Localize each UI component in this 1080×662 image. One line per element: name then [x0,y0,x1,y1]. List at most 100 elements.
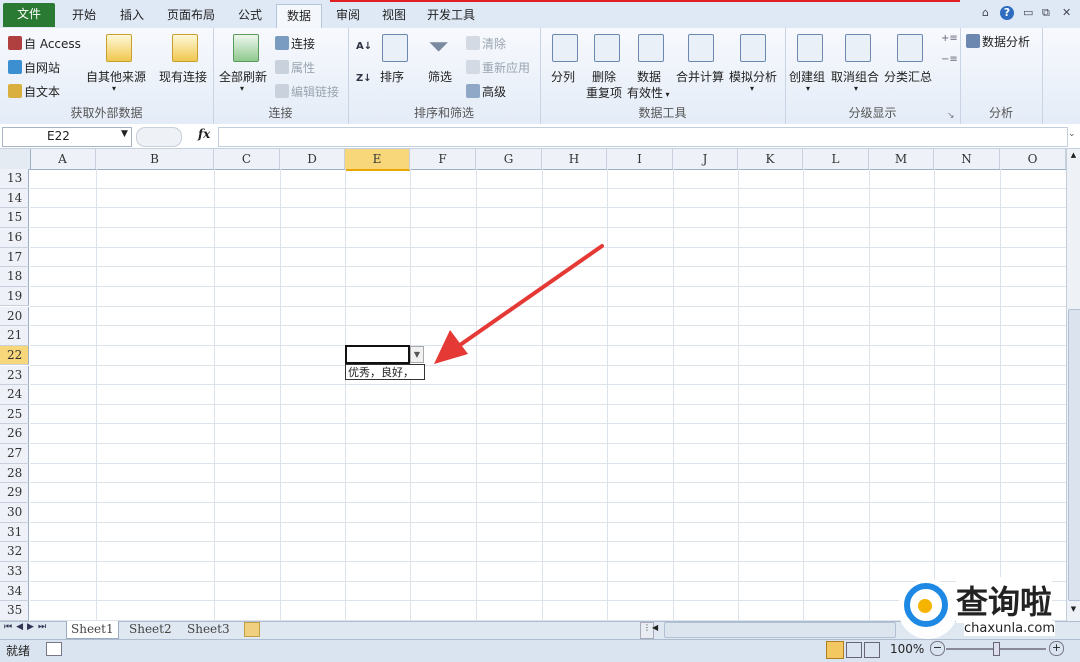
sheet-tab-sheet3[interactable]: Sheet3 [183,621,234,638]
validation-dropdown-list[interactable]: 优秀，良好， [345,364,425,380]
formula-input[interactable] [218,127,1068,147]
tab-insert[interactable]: 插入 [112,4,152,28]
row-header-30[interactable]: 30 [0,503,29,523]
row-header-34[interactable]: 34 [0,581,29,602]
column-header-c[interactable]: C [214,149,280,169]
sort-ascending-icon[interactable]: A↓ [356,41,372,52]
column-header-k[interactable]: K [738,149,803,169]
column-header-d[interactable]: D [280,149,345,169]
row-header-32[interactable]: 32 [0,542,29,562]
sheet-tab-sheet2[interactable]: Sheet2 [125,621,176,638]
subtotal-button[interactable]: 分类汇总 [884,68,932,85]
row-header-26[interactable]: 26 [0,424,29,445]
column-header-l[interactable]: L [803,149,869,169]
row-header-23[interactable]: 23 [0,365,29,386]
close-icon[interactable]: ✕ [1062,6,1071,19]
formula-bar-splitter[interactable] [136,127,182,147]
row-header-15[interactable]: 15 [0,208,29,228]
from-text-button[interactable]: 自文本 [8,83,60,100]
scroll-left-icon[interactable]: ◀ [652,623,658,632]
row-header-20[interactable]: 20 [0,306,29,327]
insert-sheet-icon[interactable] [244,622,260,637]
normal-view-icon[interactable] [826,641,844,659]
tab-page-layout[interactable]: 页面布局 [160,4,222,28]
restore-icon[interactable]: ⧉ [1042,6,1050,20]
properties-button[interactable]: 属性 [275,59,315,76]
row-header-18[interactable]: 18 [0,267,29,287]
expand-formula-icon[interactable]: ⌄ [1068,129,1076,139]
sheet-tab-sheet1[interactable]: Sheet1 [66,621,119,639]
row-header-14[interactable]: 14 [0,188,29,209]
column-header-m[interactable]: M [869,149,934,169]
remove-duplicates-button[interactable]: 删除 [592,68,616,85]
tab-home[interactable]: 开始 [64,4,104,28]
row-header-16[interactable]: 16 [0,227,29,248]
page-break-view-icon[interactable] [864,642,880,658]
edit-links-button[interactable]: 编辑链接 [275,83,339,100]
horizontal-scrollbar-thumb[interactable] [664,622,896,638]
column-header-e[interactable]: E [345,149,410,171]
selected-cell-e22[interactable] [345,345,410,364]
column-header-a[interactable]: A [30,149,96,169]
zoom-level[interactable]: 100% [890,642,924,656]
tab-view[interactable]: 视图 [374,4,414,28]
data-analysis-button[interactable]: 数据分析 [966,33,1030,50]
column-header-o[interactable]: O [1000,149,1066,169]
column-header-j[interactable]: J [673,149,738,169]
dropdown-option[interactable]: 优秀，良好， [348,366,414,379]
tab-file[interactable]: 文件 [3,3,55,27]
clear-button[interactable]: 清除 [466,35,506,52]
data-validation-button[interactable]: 数据 [637,68,661,85]
zoom-in-icon[interactable]: + [1049,641,1064,656]
row-header-28[interactable]: 28 [0,463,29,484]
ribbon-collapse-icon[interactable]: ⌂ [982,6,989,19]
from-other-sources-button[interactable]: 自其他来源 [86,68,146,85]
scrollbar-thumb[interactable] [1068,309,1080,601]
from-web-button[interactable]: 自网站 [8,59,60,76]
minimize-icon[interactable]: ▭ [1023,6,1033,19]
tab-data[interactable]: 数据 [276,4,322,30]
text-to-columns-button[interactable]: 分列 [551,68,575,85]
row-header-27[interactable]: 27 [0,444,29,464]
next-sheet-icon[interactable]: ▶ [27,622,38,632]
column-header-i[interactable]: I [607,149,673,169]
refresh-all-button[interactable]: 全部刷新 [219,68,267,85]
row-header-29[interactable]: 29 [0,483,29,503]
column-header-g[interactable]: G [476,149,542,169]
tab-formulas[interactable]: 公式 [230,4,270,28]
scroll-up-icon[interactable]: ▲ [1068,151,1079,161]
chevron-down-icon[interactable]: ▼ [121,129,128,139]
column-header-f[interactable]: F [410,149,476,169]
ungroup-button[interactable]: 取消组合 [831,68,879,85]
row-header-35[interactable]: 35 [0,601,29,621]
sort-descending-icon[interactable]: Z↓ [356,73,372,84]
select-all-button[interactable] [0,149,31,170]
existing-connections-button[interactable]: 现有连接 [159,68,207,85]
column-header-b[interactable]: B [96,149,214,169]
column-header-n[interactable]: N [934,149,1000,169]
row-header-31[interactable]: 31 [0,522,29,543]
row-header-21[interactable]: 21 [0,326,29,346]
row-header-13[interactable]: 13 [0,169,29,189]
connections-button[interactable]: 连接 [275,35,315,52]
filter-button[interactable]: 筛选 [428,68,452,85]
dialog-launcher-icon[interactable]: ↘ [947,111,955,121]
sort-button[interactable]: 排序 [380,68,404,85]
consolidate-button[interactable]: 合并计算 [676,68,724,85]
group-button[interactable]: 创建组 [789,68,825,85]
vertical-scrollbar[interactable]: ▲ ▼ [1066,149,1080,621]
name-box[interactable]: E22 ▼ [2,127,132,147]
row-header-19[interactable]: 19 [0,286,29,307]
tab-review[interactable]: 审阅 [328,4,368,28]
first-sheet-icon[interactable]: ⏮ [4,622,16,632]
what-if-button[interactable]: 模拟分析 [729,68,777,85]
reapply-button[interactable]: 重新应用 [466,59,530,76]
row-header-22[interactable]: 22 [0,345,29,366]
row-header-17[interactable]: 17 [0,247,29,268]
last-sheet-icon[interactable]: ⏭ [38,622,50,632]
row-header-33[interactable]: 33 [0,562,29,582]
zoom-slider-thumb[interactable] [993,642,1000,656]
zoom-out-icon[interactable]: − [930,641,945,656]
advanced-button[interactable]: 高级 [466,83,506,100]
show-detail-icon[interactable]: +≡ [941,33,958,44]
